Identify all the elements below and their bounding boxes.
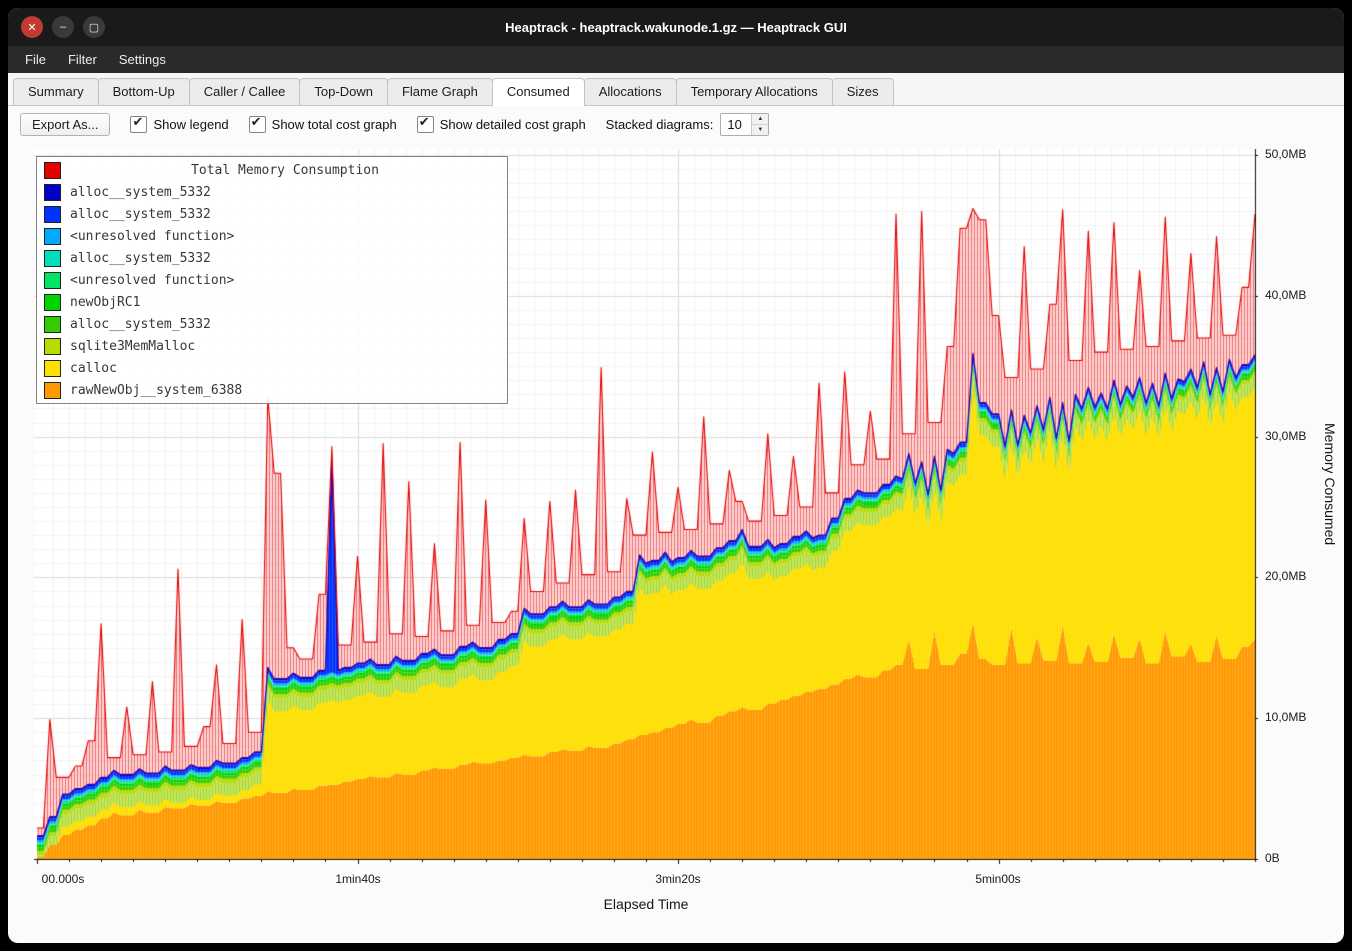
export-as-button[interactable]: Export As...	[20, 113, 110, 136]
checkbox-box: ✔	[417, 116, 434, 133]
legend-label: alloc__system_5332	[70, 207, 211, 222]
tab-flame-graph[interactable]: Flame Graph	[387, 78, 493, 105]
legend-item: calloc	[37, 357, 507, 379]
show-total-cost-checkbox[interactable]: ✔ Show total cost graph	[249, 116, 397, 133]
tab-top-down[interactable]: Top-Down	[299, 78, 388, 105]
y-tick-label: 10,0MB	[1265, 710, 1306, 724]
legend-label: calloc	[70, 361, 117, 376]
menubar: File Filter Settings	[8, 46, 1344, 73]
x-tick-label: 1min40s	[335, 872, 380, 886]
legend-color-swatch	[44, 228, 61, 245]
maximize-icon: ▢	[89, 21, 99, 34]
minimize-button[interactable]: –	[52, 16, 74, 38]
close-button[interactable]: ✕	[21, 16, 43, 38]
tab-caller-callee[interactable]: Caller / Callee	[189, 78, 301, 105]
x-axis-title: Elapsed Time	[604, 896, 689, 912]
legend-color-swatch	[44, 162, 61, 179]
legend-item: alloc__system_5332	[37, 247, 507, 269]
legend-item: rawNewObj__system_6388	[37, 379, 507, 401]
legend-label: newObjRC1	[70, 295, 140, 310]
tab-temporary-allocations[interactable]: Temporary Allocations	[676, 78, 833, 105]
legend-item: alloc__system_5332	[37, 203, 507, 225]
tab-sizes[interactable]: Sizes	[832, 78, 894, 105]
show-legend-checkbox[interactable]: ✔ Show legend	[130, 116, 228, 133]
window-controls: ✕ – ▢	[21, 16, 105, 38]
maximize-button[interactable]: ▢	[83, 16, 105, 38]
tab-allocations[interactable]: Allocations	[584, 78, 677, 105]
stacked-diagrams-control: Stacked diagrams: 10 ▲ ▼	[606, 113, 770, 136]
tab-summary[interactable]: Summary	[13, 78, 99, 105]
y-tick-label: 40,0MB	[1265, 288, 1306, 302]
legend-item: newObjRC1	[37, 291, 507, 313]
toolbar: Export As... ✔ Show legend ✔ Show total …	[8, 106, 1344, 143]
tab-bottom-up[interactable]: Bottom-Up	[98, 78, 190, 105]
tabbar: Summary Bottom-Up Caller / Callee Top-Do…	[8, 73, 1344, 106]
legend-title-label: Total Memory Consumption	[70, 163, 500, 178]
check-icon: ✔	[132, 114, 143, 130]
legend-label: rawNewObj__system_6388	[70, 383, 242, 398]
legend-color-swatch	[44, 250, 61, 267]
legend-item: sqlite3MemMalloc	[37, 335, 507, 357]
y-tick-label: 20,0MB	[1265, 569, 1306, 583]
checkbox-label: Show total cost graph	[272, 117, 397, 132]
legend-color-swatch	[44, 206, 61, 223]
legend-color-swatch	[44, 272, 61, 289]
show-detailed-cost-checkbox[interactable]: ✔ Show detailed cost graph	[417, 116, 586, 133]
minimize-icon: –	[60, 21, 66, 33]
legend-color-swatch	[44, 316, 61, 333]
chart-area: Total Memory Consumption alloc__system_5…	[8, 143, 1344, 933]
y-axis-title: Memory Consumed	[1322, 423, 1338, 545]
legend-color-swatch	[44, 338, 61, 355]
close-icon: ✕	[27, 21, 36, 34]
y-tick-label: 50,0MB	[1265, 147, 1306, 161]
checkbox-label: Show detailed cost graph	[440, 117, 586, 132]
x-tick-label: 00.000s	[42, 872, 85, 886]
legend-label: alloc__system_5332	[70, 317, 211, 332]
legend-item: alloc__system_5332	[37, 181, 507, 203]
legend-item: alloc__system_5332	[37, 313, 507, 335]
tab-consumed[interactable]: Consumed	[492, 78, 585, 106]
checkbox-box: ✔	[249, 116, 266, 133]
check-icon: ✔	[419, 114, 430, 130]
chart-legend: Total Memory Consumption alloc__system_5…	[36, 156, 508, 404]
stacked-diagrams-label: Stacked diagrams:	[606, 117, 714, 132]
checkbox-box: ✔	[130, 116, 147, 133]
spinbox-value: 10	[721, 114, 751, 135]
legend-label: alloc__system_5332	[70, 251, 211, 266]
legend-color-swatch	[44, 360, 61, 377]
legend-color-swatch	[44, 294, 61, 311]
check-icon: ✔	[251, 114, 262, 130]
legend-title-item: Total Memory Consumption	[37, 159, 507, 181]
legend-label: alloc__system_5332	[70, 185, 211, 200]
y-tick-label: 0B	[1265, 851, 1280, 865]
legend-item: <unresolved function>	[37, 225, 507, 247]
spin-up-button[interactable]: ▲	[752, 114, 768, 125]
menu-filter[interactable]: Filter	[57, 46, 108, 73]
titlebar[interactable]: ✕ – ▢ Heaptrack - heaptrack.wakunode.1.g…	[8, 8, 1344, 46]
checkbox-label: Show legend	[153, 117, 228, 132]
stacked-diagrams-spinbox[interactable]: 10 ▲ ▼	[720, 113, 769, 136]
legend-label: <unresolved function>	[70, 229, 234, 244]
menu-file[interactable]: File	[14, 46, 57, 73]
x-tick-label: 5min00s	[975, 872, 1020, 886]
spin-down-button[interactable]: ▼	[752, 125, 768, 135]
app-window: ✕ – ▢ Heaptrack - heaptrack.wakunode.1.g…	[8, 8, 1344, 943]
y-tick-label: 30,0MB	[1265, 429, 1306, 443]
menu-settings[interactable]: Settings	[108, 46, 177, 73]
x-tick-label: 3min20s	[655, 872, 700, 886]
legend-item: <unresolved function>	[37, 269, 507, 291]
legend-label: sqlite3MemMalloc	[70, 339, 195, 354]
legend-label: <unresolved function>	[70, 273, 234, 288]
window-title: Heaptrack - heaptrack.wakunode.1.gz — He…	[8, 20, 1344, 35]
legend-color-swatch	[44, 184, 61, 201]
legend-color-swatch	[44, 382, 61, 399]
